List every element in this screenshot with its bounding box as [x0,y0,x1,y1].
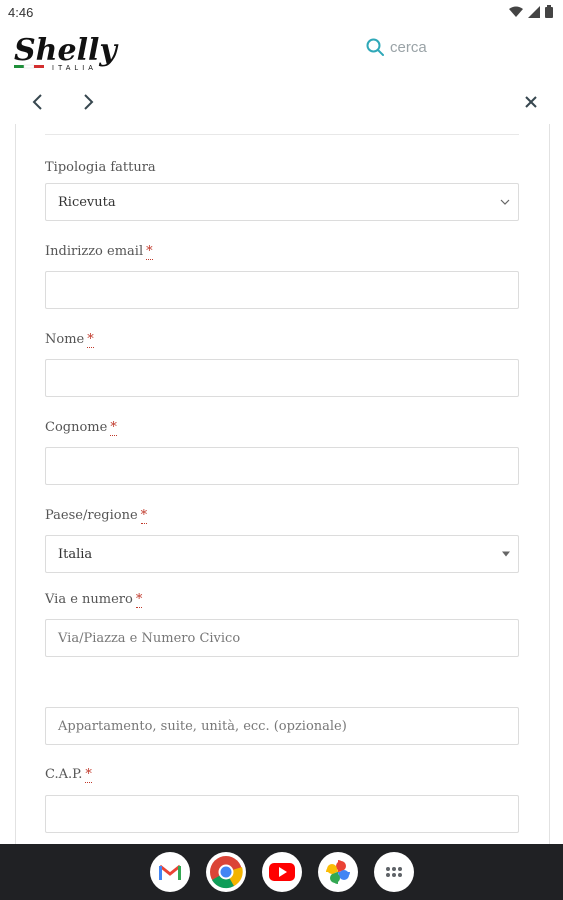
system-icons [509,5,553,18]
signal-icon [528,5,540,18]
gmail-icon[interactable] [150,852,190,892]
search-icon [366,38,384,56]
postcode-label: C.A.P. * [45,767,92,783]
apartment-field[interactable]: Appartamento, suite, unità, ecc. (opzion… [45,707,519,745]
taskbar [0,844,563,900]
logo-text: Shelly [14,33,119,68]
logo-subtext: ITALIA [52,65,97,72]
country-label: Paese/regione * [45,508,148,524]
battery-icon [545,5,553,18]
site-header: Shelly ITALIA cerca [0,24,563,80]
shelly-logo[interactable]: Shelly ITALIA [12,30,142,74]
last-name-label: Cognome * [45,420,117,436]
required-mark: * [85,767,92,783]
search-field[interactable]: cerca [366,38,427,56]
app-drawer-icon[interactable] [374,852,414,892]
required-mark: * [87,332,94,348]
required-mark: * [146,244,153,260]
divider [45,134,519,135]
street-field[interactable]: Via/Piazza e Numero Civico [45,619,519,657]
last-name-field[interactable] [45,447,519,485]
required-mark: * [135,592,143,608]
back-chevron-icon[interactable] [26,90,50,114]
status-bar: 4:46 [0,0,563,24]
required-mark: * [110,420,117,436]
photos-icon[interactable] [318,852,358,892]
youtube-icon[interactable] [262,852,302,892]
street-label: Via e numero * [45,592,143,608]
wifi-icon [509,6,523,17]
close-icon[interactable] [519,90,543,114]
email-field[interactable] [45,271,519,309]
email-label: Indirizzo email * [45,244,153,260]
status-time: 4:46 [8,5,34,20]
caret-down-icon [502,551,510,557]
required-mark: * [140,508,148,524]
first-name-label: Nome * [45,332,94,348]
checkout-form: Tipologia fattura Ricevuta Indirizzo ema… [15,124,550,844]
navigation-row [0,80,563,124]
country-select[interactable]: Italia [45,535,519,573]
search-placeholder: cerca [390,38,427,56]
chrome-icon[interactable] [206,852,246,892]
invoice-type-select[interactable]: Ricevuta [45,183,519,221]
invoice-type-label: Tipologia fattura [45,160,156,175]
first-name-field[interactable] [45,359,519,397]
forward-chevron-icon[interactable] [76,90,100,114]
chevron-down-icon [500,199,510,205]
postcode-field[interactable] [45,795,519,833]
